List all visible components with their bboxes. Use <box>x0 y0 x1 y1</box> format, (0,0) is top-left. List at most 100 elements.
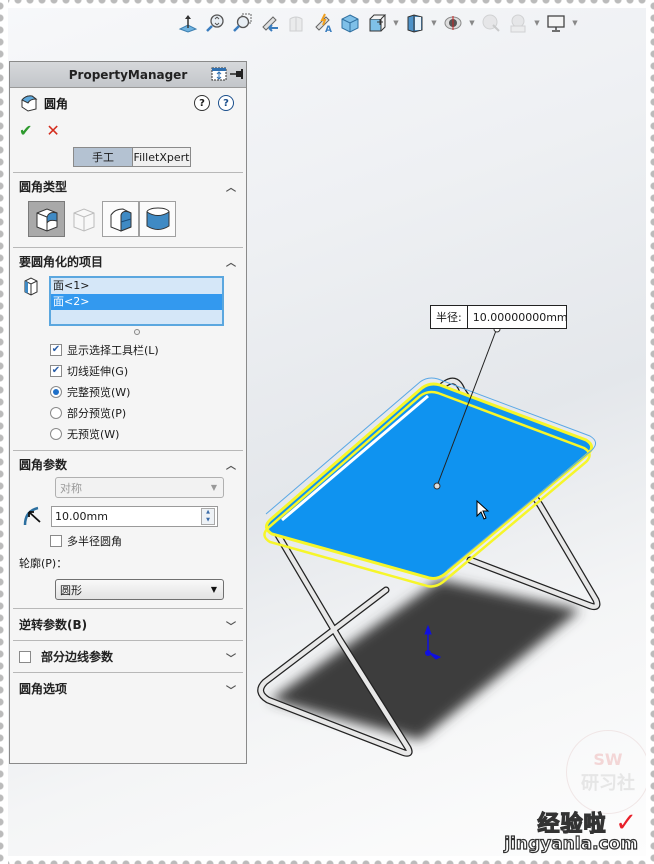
tangent-propagation-option[interactable]: ✔ 切线延伸(G) <box>10 360 246 381</box>
zoom-to-fit-button[interactable] <box>203 11 227 35</box>
fillet-method-select[interactable]: 对称 ▼ <box>55 477 224 498</box>
chevron-up-icon[interactable]: ︿ <box>226 179 236 194</box>
section-fillet-params-header[interactable]: 圆角参数 ︿ <box>10 451 246 477</box>
table-top[interactable] <box>263 377 596 588</box>
chevron-down-icon: ▼ <box>210 585 217 594</box>
items-to-fillet-list[interactable]: 面<1> 面<2> <box>49 276 224 326</box>
chevron-down-icon[interactable]: ﹀ <box>226 650 236 665</box>
profile-label-row: 轮廓(P)： <box>10 551 246 575</box>
fillet-method-value: 对称 <box>60 481 82 495</box>
list-item[interactable]: 面<2> <box>51 294 222 310</box>
site-watermark: 经验啦 ✓ jingyanla.com <box>504 806 639 855</box>
section-items-to-fillet-header[interactable]: 要圆角化的项目 ︿ <box>10 248 246 274</box>
profile-label: 轮廓(P)： <box>19 557 68 570</box>
view-settings-dropdown[interactable]: ▼ <box>533 11 541 35</box>
show-selection-toolbar-label: 显示选择工具栏(L) <box>67 343 159 357</box>
full-round-fillet-button[interactable] <box>139 201 176 237</box>
section-fillet-type-header[interactable]: 圆角类型 ︿ <box>10 173 246 199</box>
section-fillet-type-title: 圆角类型 <box>19 179 68 194</box>
screen-display-button[interactable] <box>544 11 568 35</box>
constant-size-fillet-button[interactable] <box>28 201 65 237</box>
face-fillet-icon <box>110 208 131 232</box>
partial-preview-option[interactable]: 部分预览(P) <box>10 402 246 423</box>
chevron-down-icon[interactable]: ﹀ <box>226 618 236 633</box>
show-selection-toolbar-checkbox[interactable]: ✔ <box>50 343 62 356</box>
screen-display-dropdown[interactable]: ▼ <box>571 11 579 35</box>
callout-value[interactable]: 10.00000000mm <box>468 306 568 328</box>
multi-radius-label: 多半径圆角 <box>67 534 122 548</box>
svg-text:A: A <box>325 25 332 33</box>
property-manager-panel: PropertyManager 圆角 ? ? ✔ ✕ 手工 FilletXper… <box>9 61 247 764</box>
section-partial-edge-params-title: 部分边线参数 <box>41 650 114 664</box>
hide-show-items-dropdown[interactable]: ▼ <box>430 11 438 35</box>
tangent-propagation-label: 切线延伸(G) <box>67 364 129 378</box>
edit-appearance-icon <box>444 16 462 30</box>
help-button[interactable]: ? <box>218 95 234 111</box>
multi-radius-checkbox[interactable] <box>50 534 62 547</box>
zoom-to-area-button[interactable] <box>230 11 254 35</box>
chevron-up-icon[interactable]: ︿ <box>226 254 236 269</box>
edit-appearance-dropdown[interactable]: ▼ <box>468 11 476 35</box>
no-preview-option[interactable]: 无预览(W) <box>10 423 246 444</box>
multi-radius-option[interactable]: 多半径圆角 <box>10 530 246 551</box>
view-orientation-icon <box>341 14 359 33</box>
items-selection-row: 面<1> 面<2> <box>10 276 246 326</box>
variable-size-fillet-button[interactable] <box>65 201 102 237</box>
display-style-button[interactable] <box>365 11 389 35</box>
partial-edge-params-checkbox[interactable] <box>19 650 31 663</box>
tab-manual[interactable]: 手工 <box>73 147 133 167</box>
face-fillet-button[interactable] <box>102 201 139 237</box>
section-items-to-fillet-title: 要圆角化的项目 <box>19 254 104 269</box>
partial-preview-label: 部分预览(P) <box>67 406 127 420</box>
hide-show-items-icon <box>407 14 423 33</box>
section-view-icon <box>289 16 303 32</box>
watermark-url-text: jingyanla.com <box>504 833 639 854</box>
tab-filletxpert[interactable]: FilletXpert <box>133 147 191 167</box>
expand-collapse-icon[interactable] <box>211 67 227 81</box>
edit-appearance-button[interactable] <box>441 11 465 35</box>
show-selection-toolbar-option[interactable]: ✔ 显示选择工具栏(L) <box>10 339 246 360</box>
view-settings-button[interactable] <box>506 11 530 35</box>
whats-new-help-button[interactable]: ? <box>194 95 210 111</box>
hide-show-items-button[interactable] <box>403 11 427 35</box>
profile-select[interactable]: 圆形 ▼ <box>55 579 224 600</box>
cancel-button[interactable]: ✕ <box>46 121 59 140</box>
ok-button[interactable]: ✔ <box>19 121 32 140</box>
apply-scene-button[interactable] <box>479 11 503 35</box>
normal-to-button[interactable] <box>176 11 200 35</box>
partial-preview-radio[interactable] <box>50 406 62 419</box>
display-style-dropdown[interactable]: ▼ <box>392 11 400 35</box>
tangent-propagation-checkbox[interactable]: ✔ <box>50 364 62 377</box>
sw-stamp-watermark: SW 研习社 <box>566 730 650 814</box>
radius-spinner[interactable]: ▲ ▼ <box>201 507 215 525</box>
dynamic-annotation-views-button[interactable]: A <box>311 11 335 35</box>
torn-edge-right <box>646 0 654 864</box>
full-preview-option[interactable]: 完整预览(W) <box>10 381 246 402</box>
callout-anchor <box>433 482 441 490</box>
full-preview-label: 完整预览(W) <box>67 385 131 399</box>
whats-new-help-icon: ? <box>199 97 205 109</box>
fillet-type-buttons <box>10 199 246 239</box>
section-view-button[interactable] <box>284 11 308 35</box>
fillet-feature-icon <box>21 95 38 112</box>
radius-input[interactable]: 10.00mm ▲ ▼ <box>51 505 218 527</box>
section-partial-edge-params-header[interactable]: 部分边线参数 ﹀ <box>10 641 246 672</box>
chevron-up-icon[interactable]: ︿ <box>226 457 236 472</box>
section-fillet-options-header[interactable]: 圆角选项 ﹀ <box>10 673 246 704</box>
no-preview-radio[interactable] <box>50 427 62 440</box>
view-settings-icon <box>510 14 526 33</box>
section-setback-params-header[interactable]: 逆转参数(B) ﹀ <box>10 609 246 640</box>
no-preview-label: 无预览(W) <box>67 427 120 441</box>
full-preview-radio[interactable] <box>50 385 62 398</box>
property-manager-title: PropertyManager <box>68 67 188 82</box>
previous-view-button[interactable] <box>257 11 281 35</box>
torn-edge-left <box>0 0 8 864</box>
pin-icon[interactable] <box>230 68 244 80</box>
list-item[interactable]: 面<1> <box>51 278 222 294</box>
view-orientation-button[interactable] <box>338 11 362 35</box>
radius-row: 10.00mm ▲ ▼ <box>10 502 246 530</box>
chevron-down-icon[interactable]: ﹀ <box>226 682 236 697</box>
ok-cancel-row: ✔ ✕ <box>10 118 246 142</box>
radius-callout[interactable]: 半径: 10.00000000mm <box>430 305 568 329</box>
mode-tabs: 手工 FilletXpert <box>10 142 246 172</box>
